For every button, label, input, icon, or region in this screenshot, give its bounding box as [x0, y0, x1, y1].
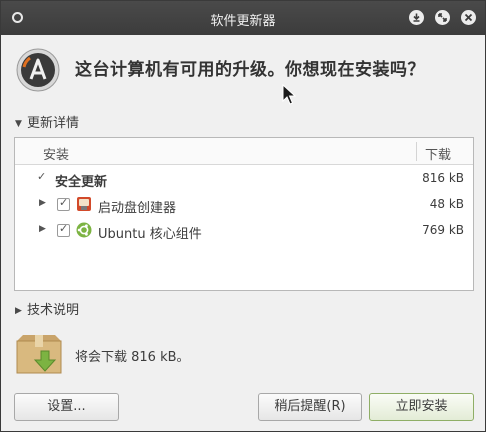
table-header: 安装 下载 [15, 138, 473, 165]
usb-creator-icon [77, 197, 91, 211]
download-summary: 将会下载 816 kB。 [15, 333, 475, 377]
table-row-ubuntu-core[interactable]: ▶ ✓ Ubuntu 核心组件 769 kB [15, 218, 473, 244]
details-expander-label: 更新详情 [27, 116, 80, 131]
close-icon[interactable] [461, 10, 476, 25]
software-updater-icon [16, 48, 60, 92]
check-icon: ✓ [59, 196, 69, 209]
row-label: Ubuntu 核心组件 [98, 227, 202, 242]
download-size-text: 将会下载 816 kB。 [75, 350, 190, 365]
mouse-pointer-icon [282, 84, 296, 105]
install-now-button[interactable]: 立即安装 [369, 393, 474, 421]
details-expander[interactable]: ▼ 更新详情 [15, 112, 79, 131]
expand-arrow-icon[interactable]: ▶ [39, 224, 46, 234]
title-bar[interactable]: 软件更新器 [1, 1, 485, 35]
row-size: 769 kB [422, 223, 464, 237]
update-question: 这台计算机有可用的升级。你想现在安装吗？ [75, 60, 425, 80]
remind-later-button[interactable]: 稍后提醒(R) [258, 393, 362, 421]
checkbox-usb-creator[interactable]: ✓ [57, 196, 70, 211]
column-download[interactable]: 下载 [425, 144, 451, 163]
check-icon: ✓ [59, 222, 69, 235]
updates-table[interactable]: 安装 下载 ✓ 安全更新 816 kB ▶ ✓ 启动盘创建器 48 kB ▶ ✓ [14, 137, 474, 291]
technical-expander[interactable]: ▶ 技术说明 [15, 299, 79, 318]
package-download-icon [16, 335, 62, 374]
checkbox-ubuntu-core[interactable]: ✓ [57, 222, 70, 237]
check-icon: ✓ [37, 170, 47, 183]
header: 这台计算机有可用的升级。你想现在安装吗？ [15, 47, 475, 95]
maximize-icon[interactable] [435, 10, 450, 25]
collapsed-arrow-icon: ▶ [15, 306, 22, 316]
ubuntu-logo-icon [76, 222, 92, 238]
table-row-usb-creator[interactable]: ▶ ✓ 启动盘创建器 48 kB [15, 192, 473, 218]
table-row-security[interactable]: ✓ 安全更新 816 kB [15, 166, 473, 192]
column-separator [416, 142, 417, 161]
row-size: 816 kB [422, 171, 464, 185]
row-label: 启动盘创建器 [98, 201, 177, 216]
expanded-arrow-icon: ▼ [15, 119, 22, 129]
checkbox-security[interactable]: ✓ [35, 170, 48, 185]
row-size: 48 kB [429, 197, 464, 211]
column-install[interactable]: 安装 [43, 144, 69, 163]
software-updater-window: 软件更新器 这台计算机有可用的升级。你想现在安装吗？ ▼ 更新详情 安装 下载 [0, 0, 486, 432]
technical-expander-label: 技术说明 [27, 303, 80, 318]
expand-arrow-icon[interactable]: ▶ [39, 198, 46, 208]
row-label: 安全更新 [55, 175, 108, 190]
settings-button[interactable]: 设置... [14, 393, 119, 421]
minimize-icon[interactable] [409, 10, 424, 25]
